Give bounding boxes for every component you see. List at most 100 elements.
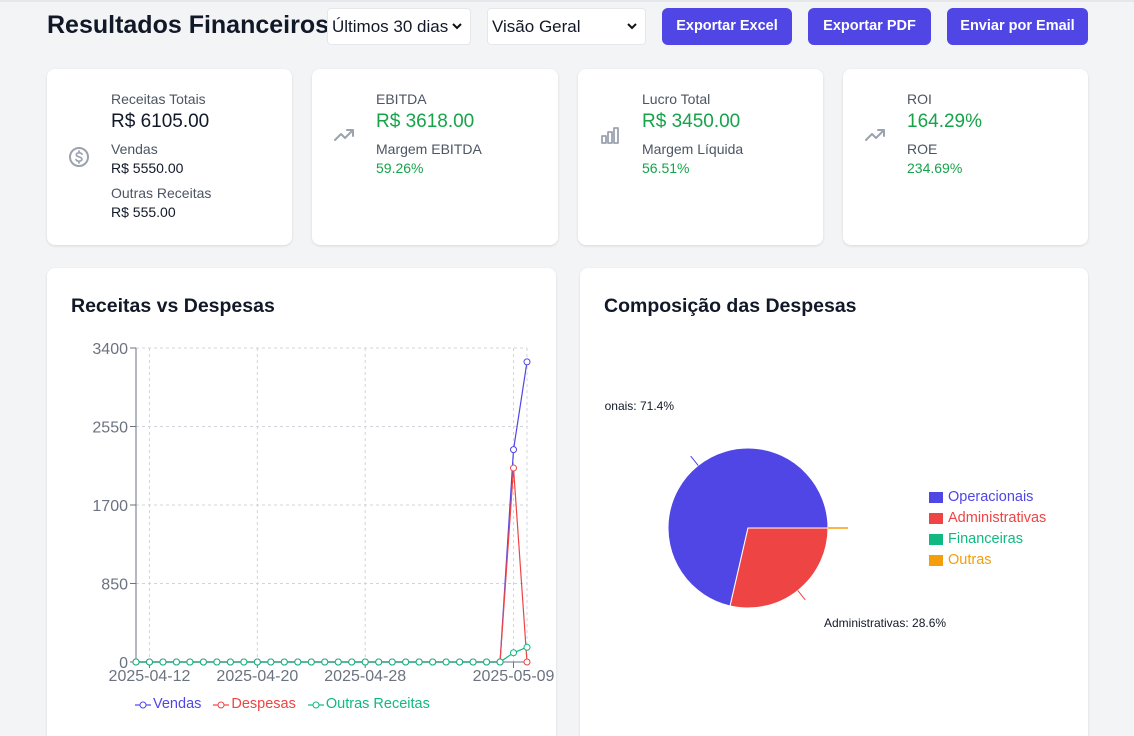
pie-chart-legend: Operacionais Administrativas Financeiras Ou…: [929, 487, 1046, 571]
pie-leader-line: [797, 590, 806, 601]
dollar-icon: [69, 147, 89, 167]
legend-swatch: [929, 534, 943, 545]
x-tick-label: 2025-04-12: [109, 668, 191, 685]
kpi-sub-value: 59.26%: [376, 160, 424, 176]
kpi-sub-value: 56.51%: [642, 160, 690, 176]
series-line-outras-receitas: [136, 646, 528, 663]
kpi-value: R$ 3618.00: [376, 111, 475, 132]
data-point: [429, 658, 437, 666]
legend-item-outras[interactable]: Outras: [929, 550, 1046, 571]
legend-label: Outras: [948, 552, 992, 568]
data-point: [415, 658, 423, 666]
legend-line-marker-icon: [213, 701, 230, 708]
data-point: [213, 658, 221, 666]
kpi-value: R$ 6105.00: [111, 111, 210, 132]
data-point: [483, 658, 491, 666]
period-select[interactable]: Últimos 30 dias: [327, 8, 471, 45]
kpi-sub-label: Vendas: [111, 141, 158, 157]
export-pdf-button[interactable]: Exportar PDF: [808, 8, 931, 45]
kpi-card-roi: ROI 164.29% ROE 234.69%: [843, 69, 1088, 245]
chevron-down-icon: [452, 23, 462, 30]
data-point: [186, 658, 194, 666]
pie-data-label: Administrativas: 28.6%: [824, 616, 946, 630]
data-point: [496, 658, 504, 666]
data-point: [523, 643, 531, 651]
legend-label: Despesas: [231, 696, 296, 712]
data-point: [348, 658, 356, 666]
data-point: [510, 649, 518, 657]
data-point: [402, 658, 410, 666]
data-point: [510, 446, 518, 454]
kpi-sub-label: Margem Líquida: [642, 141, 744, 157]
kpi-label: Receitas Totais: [111, 91, 206, 107]
kpi-sub-label: Margem EBITDA: [376, 141, 482, 157]
data-point: [388, 658, 396, 666]
data-point: [253, 658, 261, 666]
data-point: [523, 658, 531, 666]
send-email-button[interactable]: Enviar por Email: [947, 8, 1088, 45]
legend-label: Vendas: [153, 696, 202, 712]
y-tick-label: 850: [101, 577, 128, 594]
top-divider: [0, 0, 1134, 2]
kpi-card-revenue: Receitas Totais R$ 6105.00 Vendas R$ 555…: [47, 69, 292, 245]
kpi-label: Lucro Total: [642, 91, 711, 107]
pie-leader-line: [690, 455, 699, 466]
data-point: [469, 658, 477, 666]
data-point: [375, 658, 383, 666]
data-point: [226, 658, 234, 666]
trending-up-icon: [865, 129, 885, 141]
data-point: [321, 658, 329, 666]
kpi-value: 164.29%: [907, 111, 983, 132]
legend-line-marker-icon: [307, 701, 324, 708]
view-select-value: Visão Geral: [492, 17, 581, 36]
legend-label: Financeiras: [948, 531, 1023, 547]
data-point: [334, 658, 342, 666]
kpi-sub-value: R$ 5550.00: [111, 160, 184, 176]
kpi-label: EBITDA: [376, 91, 427, 107]
series-line-vendas: [136, 361, 528, 663]
data-point: [307, 658, 315, 666]
line-chart: 08501700255034002025-04-12 2025-04-20 2025…: [92, 341, 554, 685]
page-title: Resultados Financeiros: [47, 11, 330, 39]
y-tick-label: 3400: [92, 341, 128, 358]
kpi-card-profit: Lucro Total R$ 3450.00 Margem Líquida 56…: [578, 69, 823, 245]
legend-item-despesas[interactable]: Despesas: [213, 694, 296, 715]
kpi-value: R$ 3450.00: [642, 111, 741, 132]
pie-data-label: Operacionais: 71.4%: [580, 399, 674, 413]
legend-label: Administrativas: [948, 510, 1047, 526]
data-point: [361, 658, 369, 666]
data-point: [172, 658, 180, 666]
chevron-down-icon: [627, 23, 637, 30]
period-select-value: Últimos 30 dias: [332, 17, 449, 36]
legend-item-operacionais[interactable]: Operacionais: [929, 487, 1046, 508]
y-tick-label: 2550: [92, 420, 128, 437]
data-point: [294, 658, 302, 666]
bar-chart-icon: [601, 127, 619, 144]
data-point: [456, 658, 464, 666]
legend-item-outras-receitas[interactable]: Outras Receitas: [307, 694, 430, 715]
legend-item-vendas[interactable]: Vendas: [135, 694, 201, 715]
legend-swatch: [929, 492, 943, 503]
data-point: [145, 658, 153, 666]
line-chart-legend: Vendas Despesas Outras Receitas: [135, 694, 430, 715]
data-point: [132, 658, 140, 666]
data-point: [523, 358, 531, 366]
legend-item-administrativas[interactable]: Administrativas: [929, 508, 1046, 529]
export-excel-button[interactable]: Exportar Excel: [662, 8, 792, 45]
legend-label: Operacionais: [948, 489, 1034, 505]
data-point: [240, 658, 248, 666]
legend-swatch: [929, 555, 943, 566]
legend-item-financeiras[interactable]: Financeiras: [929, 529, 1046, 550]
trending-up-icon: [334, 129, 354, 141]
data-point: [159, 658, 167, 666]
kpi-sub-label: Outras Receitas: [111, 185, 212, 201]
y-tick-label: 1700: [92, 498, 128, 515]
page-header: Resultados Financeiros Últimos 30 dias V…: [47, 8, 1088, 46]
kpi-label: ROI: [907, 91, 932, 107]
kpi-sub-value: 234.69%: [907, 160, 963, 176]
data-point: [280, 658, 288, 666]
kpi-sub-value: R$ 555.00: [111, 204, 176, 220]
data-point: [267, 658, 275, 666]
kpi-card-ebitda: EBITDA R$ 3618.00 Margem EBITDA 59.26%: [312, 69, 558, 245]
view-select[interactable]: Visão Geral: [487, 8, 646, 45]
